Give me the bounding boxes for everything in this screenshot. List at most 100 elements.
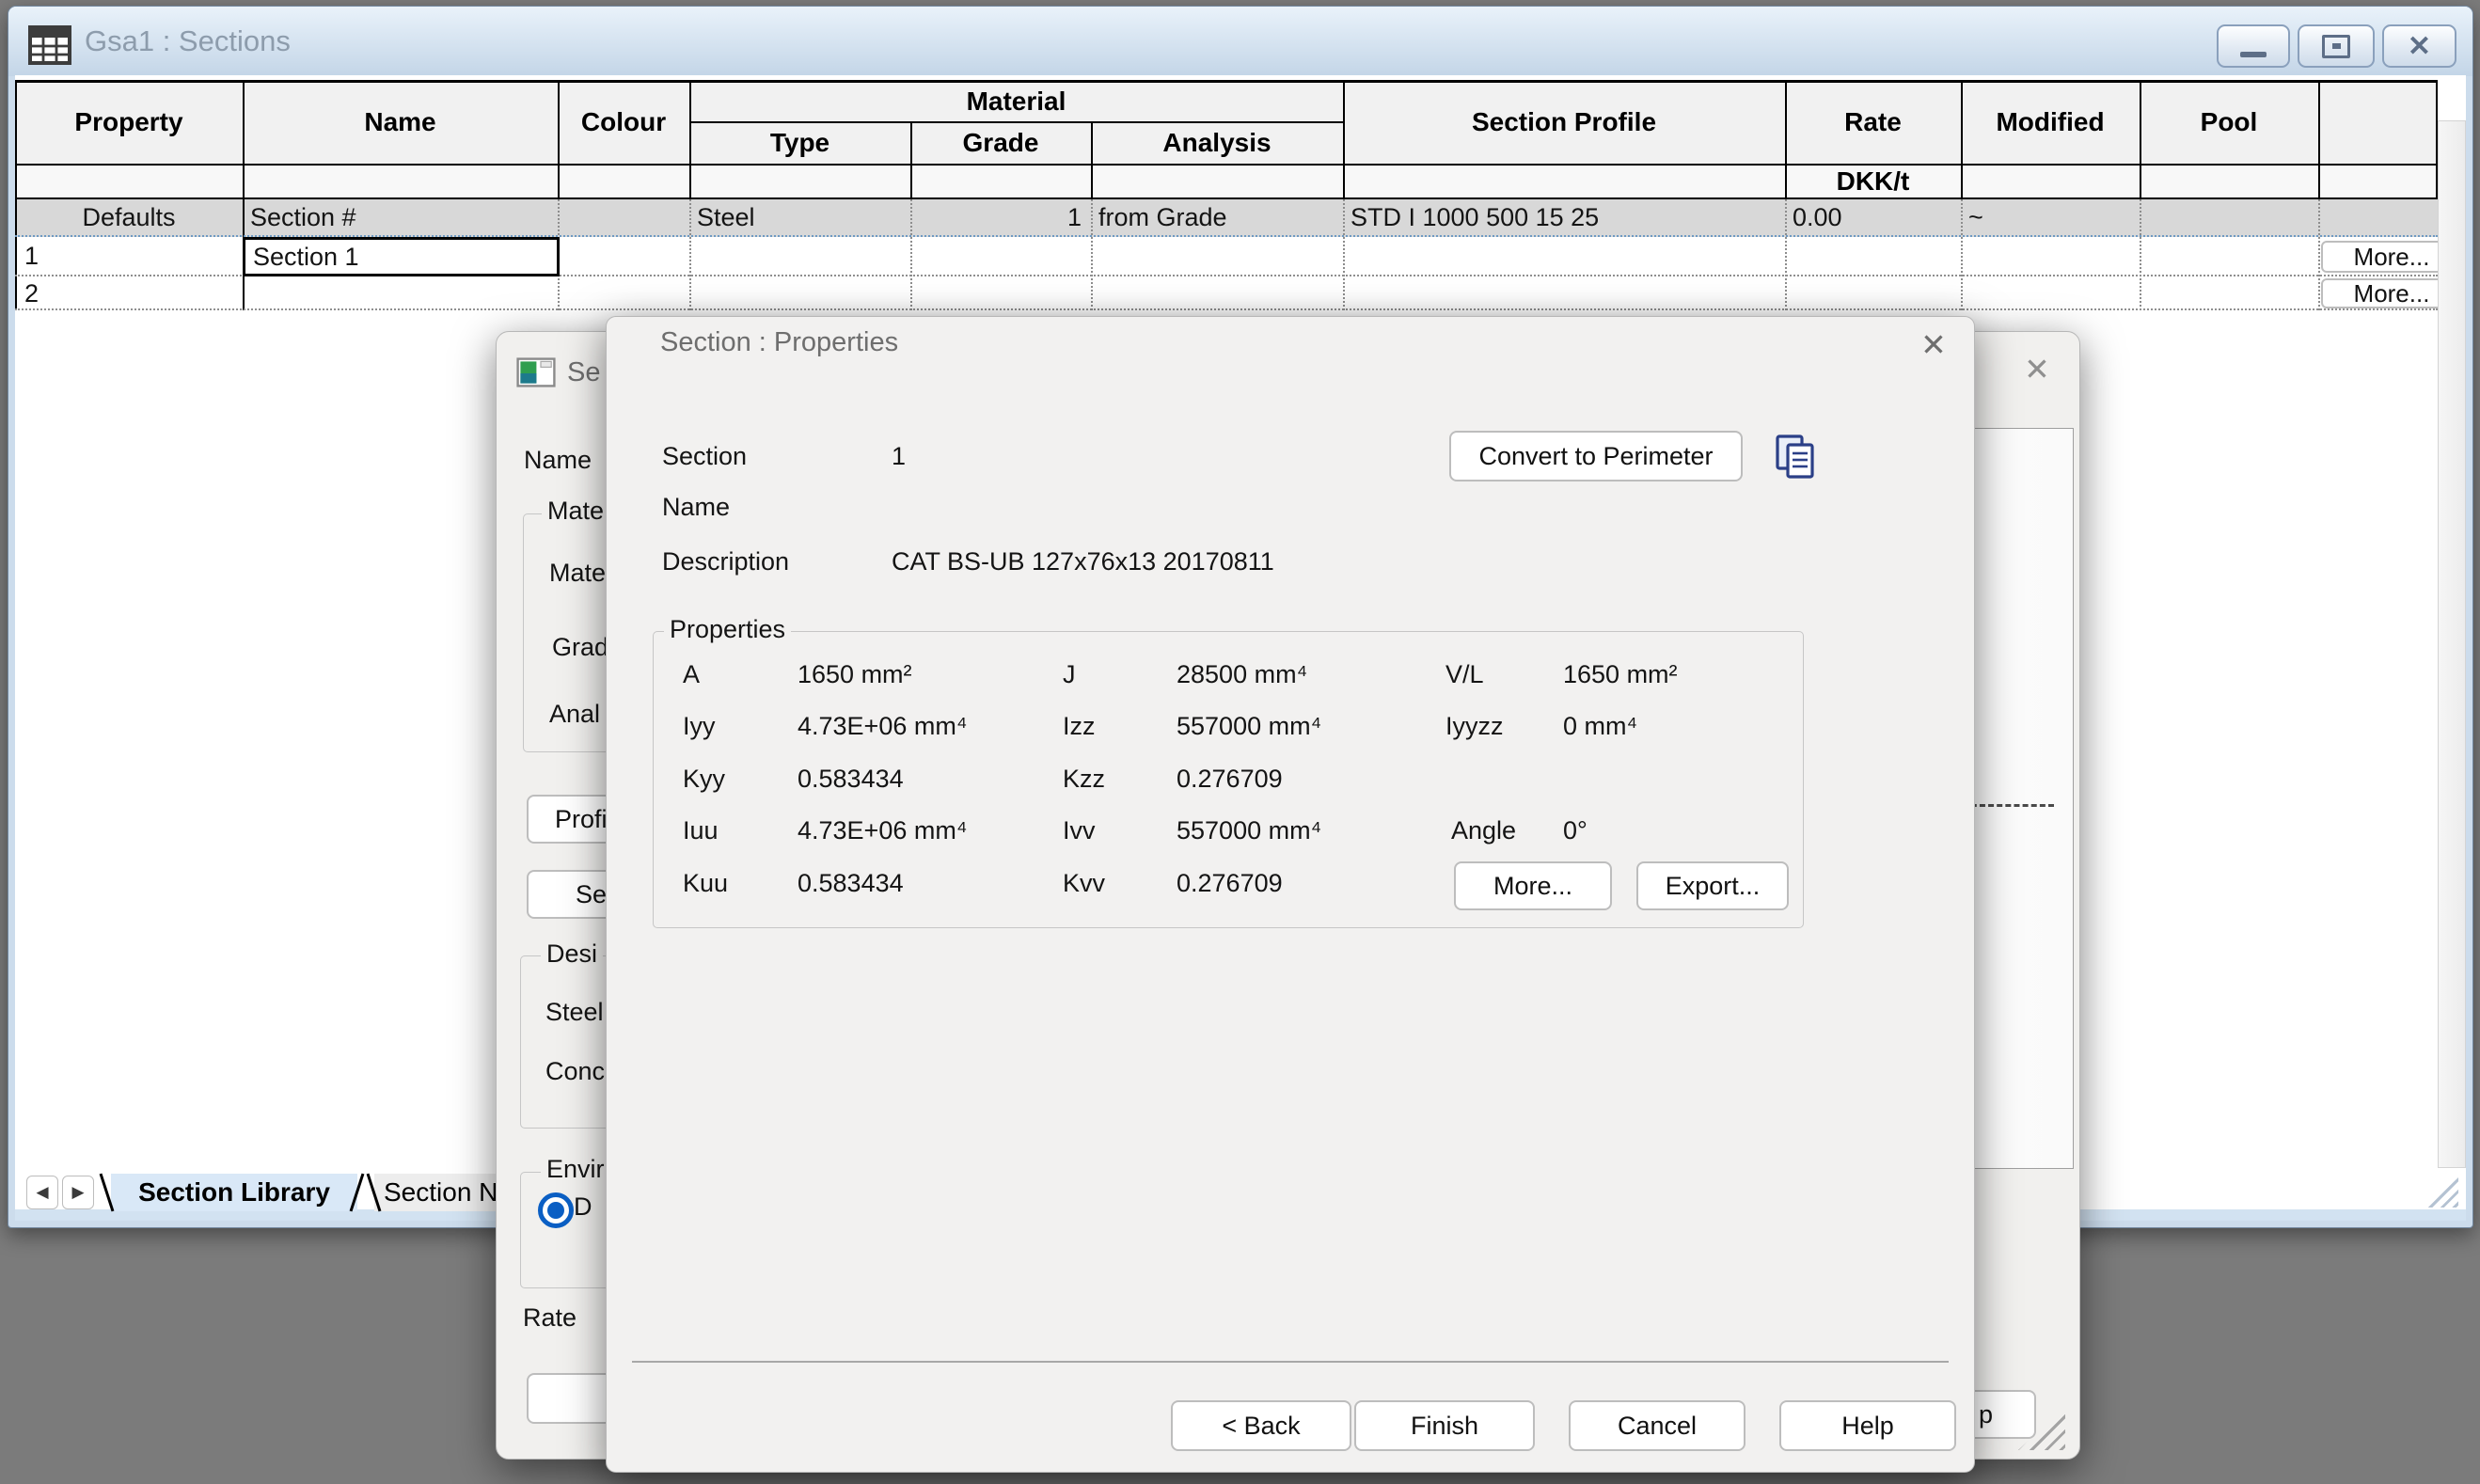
tab-prev-icon: ◀: [36, 1183, 48, 1202]
vertical-scrollbar[interactable]: [2438, 120, 2466, 1168]
section-label: Section: [662, 442, 747, 471]
wizard-default-radio[interactable]: [538, 1192, 574, 1228]
wizard-analysis-label: Anal: [549, 700, 600, 729]
prop-label: Izz: [1063, 712, 1096, 741]
description-value: CAT BS-UB 127x76x13 20170811: [892, 547, 1274, 576]
wizard-rate-label: Rate: [523, 1303, 577, 1333]
table-units-bg: [15, 166, 2438, 199]
header-modified: Modified: [1961, 81, 2140, 164]
cancel-button[interactable]: Cancel: [1569, 1400, 1745, 1451]
wizard-material-group-label: Mate: [542, 497, 609, 526]
row-number[interactable]: 1: [24, 237, 118, 275]
defaults-grade-cell[interactable]: 1: [910, 199, 1082, 235]
prop-value: 1650 mm²: [798, 660, 912, 689]
prop-value: 28500 mm⁴: [1177, 660, 1307, 689]
close-icon: ✕: [1920, 326, 1947, 363]
units-top-line: [15, 164, 2438, 166]
defaults-property-cell[interactable]: Defaults: [15, 199, 243, 235]
wizard-steel-label: Steel: [545, 998, 604, 1027]
copy-icon[interactable]: [1772, 433, 1819, 484]
dialog-separator: [632, 1361, 1949, 1363]
prop-label: Iuu: [683, 816, 719, 845]
row-number[interactable]: 2: [24, 278, 118, 308]
wizard-close-button[interactable]: ✕: [2013, 346, 2061, 391]
header-section-profile: Section Profile: [1343, 81, 1785, 164]
section-wizard-title-partial: Se: [567, 357, 600, 388]
window-title: Gsa1 : Sections: [85, 24, 291, 58]
defaults-type-cell[interactable]: Steel: [697, 199, 904, 235]
grid-line: [2140, 81, 2141, 199]
grid-line: [910, 121, 912, 199]
tab-scroll-left-button[interactable]: ◀: [26, 1176, 58, 1209]
grid-dotted-line: [2140, 199, 2141, 310]
prop-value: 0 mm⁴: [1563, 712, 1637, 741]
convert-to-perimeter-button[interactable]: Convert to Perimeter: [1449, 431, 1743, 482]
minimize-button[interactable]: [2217, 24, 2290, 68]
grid-dotted-line: [1091, 199, 1093, 310]
defaults-analysis-cell[interactable]: from Grade: [1098, 199, 1338, 235]
grid-line: [1961, 81, 1963, 199]
finish-button[interactable]: Finish: [1354, 1400, 1535, 1451]
defaults-profile-cell[interactable]: STD I 1000 500 15 25: [1351, 199, 1778, 235]
row-separator: [15, 308, 2438, 310]
prop-label: Kyy: [683, 765, 725, 794]
wizard-radio-label: D: [574, 1192, 592, 1222]
title-bar[interactable]: [8, 7, 2472, 76]
header-colour: Colour: [558, 81, 689, 164]
section-wizard-icon: [516, 357, 556, 392]
prop-label: Iyyzz: [1445, 712, 1504, 741]
dialog-close-button[interactable]: ✕: [1909, 322, 1958, 367]
wizard-grade-label: Grad: [552, 633, 608, 662]
section-value: 1: [892, 442, 906, 471]
prop-label: A: [683, 660, 700, 689]
help-button[interactable]: Help: [1779, 1400, 1956, 1451]
prop-label: Angle: [1451, 816, 1516, 845]
header-property: Property: [15, 81, 243, 164]
grid-dotted-line: [1343, 199, 1345, 310]
prop-value: 0.276709: [1177, 869, 1283, 898]
prop-label: V/L: [1445, 660, 1484, 689]
prop-value: 0.583434: [798, 869, 904, 898]
grid-line: [243, 81, 245, 199]
back-button[interactable]: < Back: [1171, 1400, 1351, 1451]
grid-line: [1091, 121, 1093, 199]
grid-line: [1343, 81, 1345, 199]
close-icon: ✕: [2024, 351, 2050, 387]
header-material: Material: [689, 81, 1343, 121]
grid-line: [2318, 81, 2320, 199]
grid-line: [15, 81, 17, 199]
header-pool: Pool: [2140, 81, 2318, 164]
prop-label: Kzz: [1063, 765, 1105, 794]
wizard-name-label: Name: [524, 446, 592, 475]
more-button[interactable]: More...: [1454, 861, 1612, 910]
defaults-modified-cell[interactable]: ~: [1968, 199, 2133, 235]
wizard-help-partial: p: [1979, 1400, 1993, 1429]
prop-value: 4.73E+06 mm⁴: [798, 816, 967, 845]
grid-line: [689, 81, 691, 199]
close-button[interactable]: ✕: [2382, 24, 2456, 68]
wizard-concrete-label: Conc: [545, 1057, 605, 1086]
selected-cell-section-name[interactable]: Section 1: [243, 237, 560, 276]
units-rate: DKK/t: [1785, 166, 1961, 197]
prop-label: Kvv: [1063, 869, 1105, 898]
prop-value: 557000 mm⁴: [1177, 816, 1321, 845]
tab-scroll-right-button[interactable]: ▶: [62, 1176, 94, 1209]
export-button[interactable]: Export...: [1636, 861, 1789, 910]
properties-group-label: Properties: [664, 615, 791, 644]
tab-section-library[interactable]: Section Library: [111, 1174, 357, 1211]
grid-line: [558, 81, 560, 199]
prop-value: 557000 mm⁴: [1177, 712, 1321, 741]
prop-label: Kuu: [683, 869, 728, 898]
name-label: Name: [662, 493, 730, 522]
maximize-button[interactable]: [2298, 24, 2375, 68]
wizard-environment-group-label: Envir: [541, 1155, 610, 1184]
prop-value: 0.583434: [798, 765, 904, 794]
minimize-icon: [2240, 52, 2267, 57]
tab-next-icon: ▶: [71, 1183, 84, 1202]
header-type: Type: [689, 121, 910, 164]
defaults-rate-cell[interactable]: 0.00: [1793, 199, 1957, 235]
tab-section-next-partial[interactable]: Section N: [384, 1174, 498, 1211]
defaults-name-cell[interactable]: Section #: [250, 199, 551, 235]
prop-label: J: [1063, 660, 1076, 689]
description-label: Description: [662, 547, 789, 576]
